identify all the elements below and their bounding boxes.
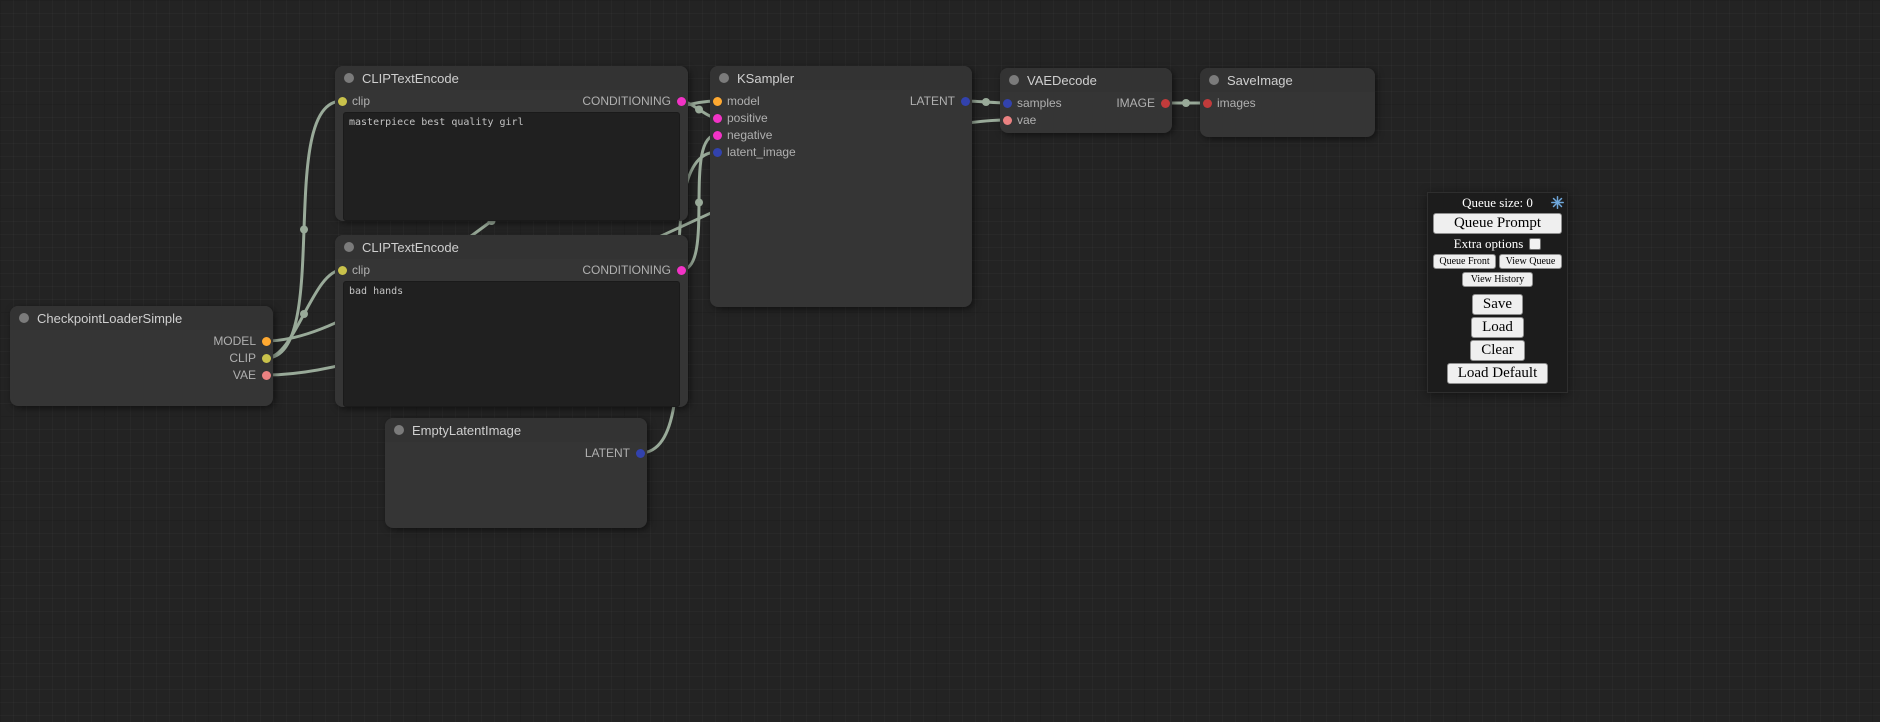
node-ksampler[interactable]: KSamplermodelpositivenegativelatent_imag… xyxy=(710,66,972,307)
view-history-button[interactable]: View History xyxy=(1462,272,1534,287)
queue-size-label: Queue size: 0 xyxy=(1462,195,1533,210)
node-collapse-dot[interactable] xyxy=(19,313,29,323)
node-title: CLIPTextEncode xyxy=(362,71,459,86)
nodes-layer: CheckpointLoaderSimple MODEL CLIP VAE CLIPTe… xyxy=(0,0,1880,722)
output-slot-VAE: VAE xyxy=(10,367,273,384)
output-slot-dot-IMAGE[interactable] xyxy=(1161,99,1170,108)
node-collapse-dot[interactable] xyxy=(394,425,404,435)
node-collapse-dot[interactable] xyxy=(1209,75,1219,85)
output-slot-CLIP: CLIP xyxy=(10,350,273,367)
node-title-bar[interactable]: SaveImage xyxy=(1200,68,1375,92)
output-slot-LATENT: LATENT xyxy=(385,445,647,462)
node-vae-decode[interactable]: VAEDecodesamplesvaeIMAGE xyxy=(1000,68,1172,133)
node-title: CLIPTextEncode xyxy=(362,240,459,255)
output-slot-label: LATENT xyxy=(910,94,955,108)
node-title-bar[interactable]: KSampler xyxy=(710,66,972,90)
input-slot-dot-negative[interactable] xyxy=(713,131,722,140)
node-title-bar[interactable]: EmptyLatentImage xyxy=(385,418,647,442)
input-slot-dot-latent_image[interactable] xyxy=(713,148,722,157)
input-slot-dot-images[interactable] xyxy=(1203,99,1212,108)
output-slot-dot-CONDITIONING[interactable] xyxy=(677,97,686,106)
clear-button[interactable]: Clear xyxy=(1470,340,1524,361)
output-slot-CONDITIONING: CONDITIONING xyxy=(335,262,688,279)
input-slot-label: images xyxy=(1217,96,1256,110)
node-save-image[interactable]: SaveImage images xyxy=(1200,68,1375,137)
queue-prompt-button[interactable]: Queue Prompt xyxy=(1433,213,1562,234)
output-slot-label: CONDITIONING xyxy=(582,94,671,108)
node-title: VAEDecode xyxy=(1027,73,1097,88)
node-title: SaveImage xyxy=(1227,73,1293,88)
input-slot-label: vae xyxy=(1017,113,1036,127)
output-slot-LATENT: LATENT xyxy=(710,93,972,110)
node-title: CheckpointLoaderSimple xyxy=(37,311,182,326)
output-slot-IMAGE: IMAGE xyxy=(1000,95,1172,112)
input-slot-images: images xyxy=(1200,95,1375,112)
input-slot-vae: vae xyxy=(1000,112,1172,129)
node-title: EmptyLatentImage xyxy=(412,423,521,438)
node-clip-text-encode-positive[interactable]: CLIPTextEncodeclipCONDITIONINGmasterpiec… xyxy=(335,66,688,221)
node-title-bar[interactable]: VAEDecode xyxy=(1000,68,1172,92)
output-slot-label: CLIP xyxy=(229,351,256,365)
view-queue-button[interactable]: View Queue xyxy=(1499,254,1562,269)
save-button[interactable]: Save xyxy=(1472,294,1523,315)
node-title-bar[interactable]: CLIPTextEncode xyxy=(335,235,688,259)
output-slot-dot-CLIP[interactable] xyxy=(262,354,271,363)
output-slot-dot-VAE[interactable] xyxy=(262,371,271,380)
node-collapse-dot[interactable] xyxy=(344,73,354,83)
input-slot-dot-positive[interactable] xyxy=(713,114,722,123)
input-slot-label: latent_image xyxy=(727,145,796,159)
input-slot-label: positive xyxy=(727,111,768,125)
output-slot-dot-CONDITIONING[interactable] xyxy=(677,266,686,275)
node-title-bar[interactable]: CLIPTextEncode xyxy=(335,66,688,90)
node-empty-latent-image[interactable]: EmptyLatentImage LATENT xyxy=(385,418,647,528)
load-button[interactable]: Load xyxy=(1471,317,1524,338)
settings-icon[interactable] xyxy=(1551,196,1564,209)
queue-front-button[interactable]: Queue Front xyxy=(1433,254,1496,269)
output-slot-CONDITIONING: CONDITIONING xyxy=(335,93,688,110)
prompt-text-area[interactable]: bad hands xyxy=(343,281,680,407)
output-slot-dot-LATENT[interactable] xyxy=(636,449,645,458)
comfy-menu: Queue size: 0 Queue Prompt Extra options… xyxy=(1427,192,1568,393)
output-slot-MODEL: MODEL xyxy=(10,333,273,350)
output-slot-dot-LATENT[interactable] xyxy=(961,97,970,106)
input-slot-dot-vae[interactable] xyxy=(1003,116,1012,125)
input-slot-latent_image: latent_image xyxy=(710,144,972,161)
node-graph-canvas[interactable]: CheckpointLoaderSimple MODEL CLIP VAE CLIPTe… xyxy=(0,0,1880,722)
extra-options-checkbox[interactable] xyxy=(1529,238,1541,250)
output-slot-label: CONDITIONING xyxy=(582,263,671,277)
output-slot-label: VAE xyxy=(233,368,256,382)
queue-buttons-row: Queue Front View Queue xyxy=(1433,254,1562,269)
node-collapse-dot[interactable] xyxy=(719,73,729,83)
node-clip-text-encode-negative[interactable]: CLIPTextEncodeclipCONDITIONINGbad hands xyxy=(335,235,688,407)
output-slot-dot-MODEL[interactable] xyxy=(262,337,271,346)
prompt-text-area[interactable]: masterpiece best quality girl xyxy=(343,112,680,221)
node-title-bar[interactable]: CheckpointLoaderSimple xyxy=(10,306,273,330)
menu-header: Queue size: 0 xyxy=(1433,195,1562,210)
extra-options-label: Extra options xyxy=(1454,236,1524,252)
node-checkpoint-loader[interactable]: CheckpointLoaderSimple MODEL CLIP VAE xyxy=(10,306,273,406)
output-slot-label: LATENT xyxy=(585,446,630,460)
output-slot-label: IMAGE xyxy=(1116,96,1155,110)
node-collapse-dot[interactable] xyxy=(1009,75,1019,85)
node-collapse-dot[interactable] xyxy=(344,242,354,252)
output-slot-label: MODEL xyxy=(213,334,256,348)
input-slot-positive: positive xyxy=(710,110,972,127)
node-title: KSampler xyxy=(737,71,794,86)
input-slot-negative: negative xyxy=(710,127,972,144)
extra-options-row: Extra options xyxy=(1433,236,1562,251)
load-default-button[interactable]: Load Default xyxy=(1447,363,1549,384)
input-slot-label: negative xyxy=(727,128,772,142)
